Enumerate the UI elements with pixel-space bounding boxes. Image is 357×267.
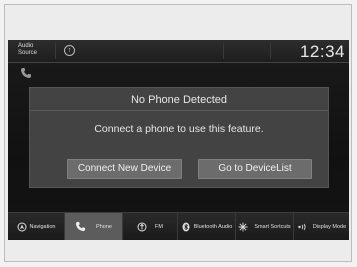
phone-icon: [21, 68, 31, 78]
go-to-device-list-button[interactable]: Go to DeviceList: [198, 159, 312, 179]
connect-new-device-button[interactable]: Connect New Device: [67, 159, 182, 179]
clock: 12:34: [299, 42, 345, 61]
smart-shortcuts-icon: [238, 222, 248, 231]
nav-item-smart-shortcuts[interactable]: Smart Sortcuts: [236, 213, 294, 240]
dialog-title: No Phone Detected: [130, 94, 227, 106]
no-phone-dialog: No Phone Detected Connect a phone to use…: [29, 87, 329, 188]
nav-item-fm[interactable]: FM: [123, 213, 178, 240]
nav-item-label: Navigation: [29, 223, 56, 230]
status-bar-divider: [223, 43, 224, 59]
status-bar: Audio Source ↑ 12:34: [8, 40, 349, 63]
status-bar-divider: [270, 43, 271, 59]
nav-item-display-mode[interactable]: Display Mode: [294, 213, 349, 240]
bluetooth-icon: [182, 222, 190, 231]
audio-source-button[interactable]: Audio Source: [18, 43, 48, 57]
antenna-icon: [137, 222, 147, 231]
status-bar-divider: [55, 43, 56, 59]
nav-item-label: Display Mode: [312, 223, 347, 230]
infotainment-screen: Audio Source ↑ 12:34 No Phone Detected C…: [8, 40, 349, 240]
display-mode-icon: [298, 223, 306, 230]
nav-item-bluetooth-audio[interactable]: Bluetooth Audio: [178, 213, 236, 240]
nav-item-label: Smart Sortcuts: [254, 223, 291, 230]
nav-item-label: Bluetooth Audio: [193, 223, 233, 230]
navigation-icon: [17, 222, 26, 231]
nav-item-navigation[interactable]: Navigation: [8, 213, 65, 240]
nav-item-label: FM: [155, 223, 163, 230]
antenna-icon[interactable]: ↑: [64, 45, 75, 56]
dialog-message: Connect a phone to use this feature.: [94, 123, 264, 135]
dialog-divider: [30, 110, 328, 111]
nav-item-label: Phone: [96, 223, 112, 230]
nav-item-phone[interactable]: Phone: [65, 213, 123, 240]
phone-icon: [75, 221, 86, 232]
bottom-nav-bar: Navigation Phone FM Bluetooth Audio Smar…: [8, 212, 349, 240]
